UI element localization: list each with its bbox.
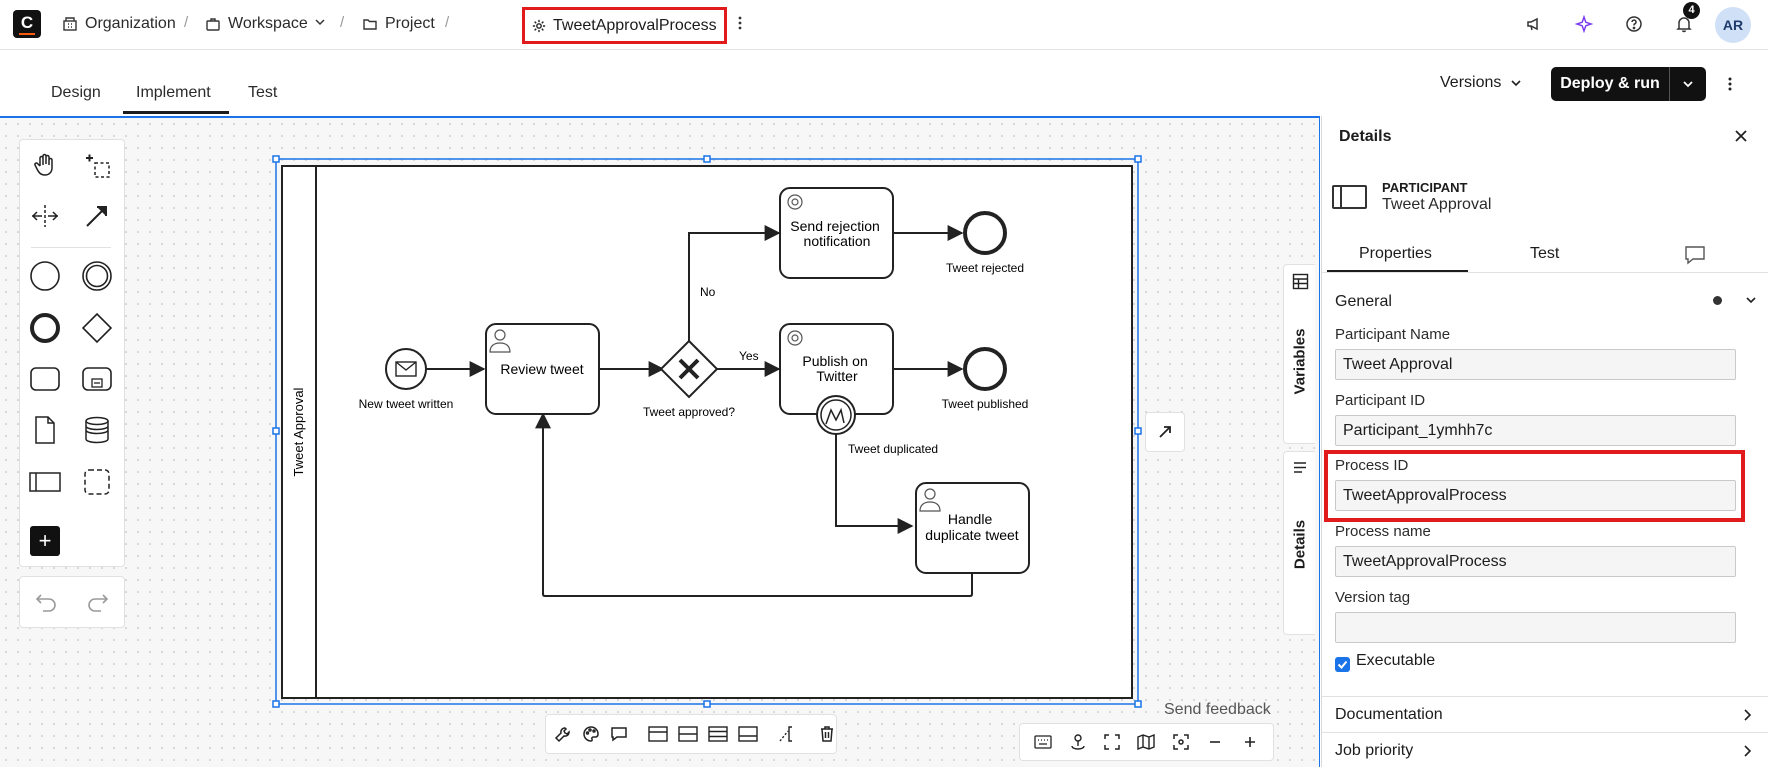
send-feedback-link[interactable]: Send feedback bbox=[1164, 701, 1271, 719]
process-name-input[interactable] bbox=[1335, 546, 1736, 577]
end-event-published[interactable] bbox=[963, 347, 1007, 391]
announcement-megaphone-icon[interactable] bbox=[1523, 13, 1545, 35]
pool-label: Tweet Approval bbox=[291, 387, 306, 476]
location-pin-icon[interactable] bbox=[1067, 731, 1089, 753]
fullscreen-icon[interactable] bbox=[1101, 731, 1123, 753]
wrench-icon[interactable] bbox=[554, 723, 572, 745]
zoom-out-icon[interactable] bbox=[1204, 731, 1226, 753]
help-icon[interactable] bbox=[1623, 13, 1645, 35]
canvas-navigation-toolbar bbox=[1019, 723, 1274, 761]
ai-sparkle-icon[interactable] bbox=[1573, 13, 1595, 35]
chevron-down-icon bbox=[1511, 80, 1521, 87]
end-event-rejected[interactable] bbox=[963, 211, 1007, 255]
chevron-down-icon[interactable] bbox=[1744, 293, 1758, 312]
lane-divide-top-icon[interactable] bbox=[648, 723, 668, 745]
text-lines-icon bbox=[1293, 461, 1307, 479]
participant-icon bbox=[1332, 185, 1367, 209]
tab-test-details[interactable]: Test bbox=[1530, 245, 1559, 263]
tab-properties[interactable]: Properties bbox=[1359, 245, 1432, 263]
element-name: Tweet Approval bbox=[1382, 196, 1492, 213]
flow-label-yes: Yes bbox=[739, 349, 759, 363]
element-type: PARTICIPANT bbox=[1382, 180, 1468, 195]
zoom-in-icon[interactable] bbox=[1239, 731, 1261, 753]
active-properties-tab-indicator bbox=[1327, 270, 1468, 272]
chevron-right-icon bbox=[1744, 744, 1752, 757]
participant-name-input[interactable] bbox=[1335, 349, 1736, 380]
version-tag-label: Version tag bbox=[1335, 589, 1411, 606]
lane-divide-bottom-icon[interactable] bbox=[738, 723, 758, 745]
versions-dropdown[interactable]: Versions bbox=[1440, 74, 1523, 92]
keyboard-icon[interactable] bbox=[1032, 731, 1054, 753]
minimap-icon[interactable] bbox=[1135, 731, 1157, 753]
version-tag-input[interactable] bbox=[1335, 612, 1736, 643]
lane-divide-two-icon[interactable] bbox=[678, 723, 698, 745]
lane-divide-three-icon[interactable] bbox=[708, 723, 728, 745]
comment-icon[interactable] bbox=[610, 723, 628, 745]
close-icon[interactable] bbox=[1733, 128, 1749, 149]
process-id-input[interactable] bbox=[1335, 480, 1736, 511]
section-status-dot bbox=[1713, 296, 1722, 305]
participant-id-input[interactable] bbox=[1335, 415, 1736, 446]
trash-delete-icon[interactable] bbox=[818, 723, 836, 745]
details-title: Details bbox=[1339, 128, 1392, 145]
details-side-tab[interactable]: Details bbox=[1283, 451, 1315, 635]
end-event-rejected-label: Tweet rejected bbox=[946, 261, 1024, 275]
table-icon bbox=[1292, 273, 1309, 295]
rejection-task-label: Send rejection notification bbox=[790, 218, 883, 249]
flow-label-no: No bbox=[700, 285, 716, 299]
executable-checkbox[interactable] bbox=[1335, 657, 1350, 672]
expand-arrow-button[interactable] bbox=[1145, 412, 1185, 452]
user-avatar[interactable]: AR bbox=[1715, 7, 1751, 43]
notification-count-badge: 4 bbox=[1683, 2, 1700, 19]
palette-color-icon[interactable] bbox=[582, 723, 600, 745]
bpmn-diagram[interactable]: Tweet Approval New tweet written Review … bbox=[0, 0, 1320, 767]
participant-id-label: Participant ID bbox=[1335, 392, 1426, 409]
more-options-icon[interactable] bbox=[1727, 76, 1733, 97]
boundary-error-event[interactable] bbox=[816, 395, 856, 435]
process-name-label: Process name bbox=[1335, 523, 1431, 540]
review-tweet-label: Review tweet bbox=[500, 361, 583, 377]
accordion-documentation[interactable]: Documentation bbox=[1321, 696, 1768, 732]
executable-label: Executable bbox=[1356, 652, 1436, 669]
element-context-toolbar bbox=[545, 714, 837, 754]
chevron-right-icon bbox=[1744, 708, 1752, 721]
participant-name-label: Participant Name bbox=[1335, 326, 1451, 343]
tweet-approval-pool[interactable] bbox=[281, 165, 1133, 699]
deploy-options-chevron-icon[interactable] bbox=[1670, 77, 1706, 91]
boundary-event-label: Tweet duplicated bbox=[848, 442, 938, 456]
fit-to-screen-icon[interactable] bbox=[1170, 731, 1192, 753]
section-general[interactable]: General bbox=[1335, 293, 1392, 311]
variables-side-tab[interactable]: Variables bbox=[1283, 264, 1315, 444]
start-event-new-tweet[interactable] bbox=[385, 348, 427, 390]
start-event-label: New tweet written bbox=[359, 397, 454, 411]
deploy-and-run-button[interactable]: Deploy & run bbox=[1551, 67, 1706, 101]
comments-icon[interactable] bbox=[1684, 245, 1706, 270]
end-event-published-label: Tweet published bbox=[942, 397, 1029, 411]
gateway-label: Tweet approved? bbox=[643, 405, 735, 419]
process-id-label: Process ID bbox=[1335, 457, 1409, 474]
connect-association-icon[interactable] bbox=[778, 723, 798, 745]
accordion-job-priority[interactable]: Job priority bbox=[1321, 732, 1768, 767]
